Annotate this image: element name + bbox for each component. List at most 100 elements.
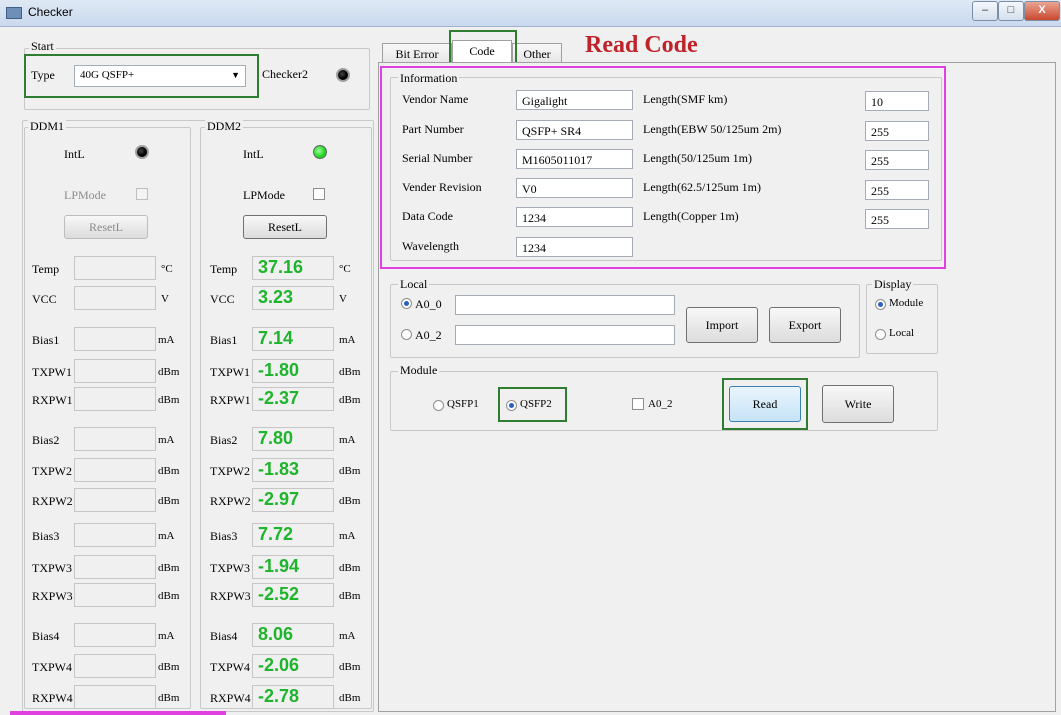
module-a0-2-checkbox[interactable] xyxy=(632,398,644,410)
ddm2-bias4-label: Bias4 xyxy=(210,629,238,643)
ddm2-bias1-unit: mA xyxy=(339,334,356,346)
app-icon xyxy=(6,7,22,19)
ddm1-bias3-value xyxy=(74,523,156,547)
ddm1-bias3-label: Bias3 xyxy=(32,529,60,543)
ddm2-txpw1-value: -1.80 xyxy=(258,360,300,380)
ddm1-rxpw1-unit: dBm xyxy=(158,394,180,406)
start-group-title: Start xyxy=(29,39,56,54)
ddm2-bias4-unit: mA xyxy=(339,630,356,642)
ddm2-rxpw1-value: -2.37 xyxy=(258,388,300,408)
highlight-read xyxy=(722,378,808,430)
ddm2-bias1-label: Bias1 xyxy=(210,333,238,347)
ddm2-temp-label: Temp xyxy=(210,262,238,276)
qsfp1-radio[interactable] xyxy=(433,400,444,411)
checker2-label: Checker2 xyxy=(262,67,308,81)
ddm2-resetl-button[interactable]: ResetL xyxy=(243,215,327,239)
ddm1-bias2-value xyxy=(74,427,156,451)
ddm1-txpw3-label: TXPW3 xyxy=(32,561,72,575)
display-module-label: Module xyxy=(889,297,924,309)
export-button[interactable]: Export xyxy=(769,307,841,343)
display-local-radio[interactable] xyxy=(875,329,886,340)
ddm1-bias2-unit: mA xyxy=(158,434,175,446)
highlight-qsfp2 xyxy=(498,387,567,422)
ddm2-txpw4-value: -2.06 xyxy=(258,655,300,675)
ddm1-bias4-unit: mA xyxy=(158,630,175,642)
annotation-heading: Read Code xyxy=(585,32,698,58)
ddm1-rxpw2-value xyxy=(74,488,156,512)
ddm1-txpw2-label: TXPW2 xyxy=(32,464,72,478)
a0-2-radio[interactable] xyxy=(401,329,412,340)
ddm2-txpw3-unit: dBm xyxy=(339,562,361,574)
ddm1-vcc-unit: V xyxy=(161,293,169,305)
ddm1-temp-value xyxy=(74,256,156,280)
ddm1-rxpw1-label: RXPW1 xyxy=(32,393,73,407)
ddm1-rxpw4-label: RXPW4 xyxy=(32,691,73,705)
ddm1-lpmode-checkbox[interactable] xyxy=(136,188,148,200)
ddm2-rxpw3-label: RXPW3 xyxy=(210,589,251,603)
ddm1-vcc-value xyxy=(74,286,156,310)
ddm1-rxpw3-unit: dBm xyxy=(158,590,180,602)
ddm2-bias1-value: 7.14 xyxy=(258,328,294,348)
a0-2-label: A0_2 xyxy=(415,328,442,342)
ddm1-bias1-unit: mA xyxy=(158,334,175,346)
a0-0-label: A0_0 xyxy=(415,297,442,311)
ddm1-rxpw2-label: RXPW2 xyxy=(32,494,73,508)
ddm2-lpmode-checkbox[interactable] xyxy=(313,188,325,200)
display-group-title: Display xyxy=(872,277,914,292)
ddm1-txpw4-value xyxy=(74,654,156,678)
ddm2-temp-unit: °C xyxy=(339,263,351,275)
display-group xyxy=(866,284,938,354)
tab-bit-error[interactable]: Bit Error xyxy=(382,43,452,63)
ddm1-bias4-value xyxy=(74,623,156,647)
ddm1-intl-indicator xyxy=(135,145,149,159)
ddm2-bias3-unit: mA xyxy=(339,530,356,542)
qsfp1-label: QSFP1 xyxy=(447,398,479,410)
ddm2-bias3-value: 7.72 xyxy=(258,524,294,544)
a0-0-path-field[interactable] xyxy=(455,295,675,315)
maximize-button[interactable]: □ xyxy=(998,1,1024,21)
ddm1-rxpw4-unit: dBm xyxy=(158,692,180,704)
ddm2-vcc-value: 3.23 xyxy=(258,287,294,307)
ddm1-txpw4-unit: dBm xyxy=(158,661,180,673)
ddm1-bias1-value xyxy=(74,327,156,351)
ddm2-intl-indicator xyxy=(313,145,327,159)
display-local-label: Local xyxy=(889,327,915,339)
ddm1-txpw2-value xyxy=(74,458,156,482)
import-button[interactable]: Import xyxy=(686,307,758,343)
ddm1-txpw1-value xyxy=(74,359,156,383)
minimize-button[interactable]: – xyxy=(972,1,998,21)
ddm2-lpmode-label: LPMode xyxy=(243,188,285,202)
ddm2-bias2-value: 7.80 xyxy=(258,428,294,448)
ddm1-bias1-label: Bias1 xyxy=(32,333,60,347)
window-title: Checker xyxy=(28,5,73,19)
ddm1-bias3-unit: mA xyxy=(158,530,175,542)
ddm2-rxpw4-label: RXPW4 xyxy=(210,691,251,705)
ddm1-group-title: DDM1 xyxy=(28,119,67,134)
ddm1-intl-label: IntL xyxy=(64,147,85,161)
ddm2-txpw1-unit: dBm xyxy=(339,366,361,378)
module-a0-2-label: A0_2 xyxy=(648,398,673,410)
ddm1-bias2-label: Bias2 xyxy=(32,433,60,447)
display-module-radio[interactable] xyxy=(875,299,886,310)
a0-0-radio[interactable] xyxy=(401,298,412,309)
ddm2-rxpw4-unit: dBm xyxy=(339,692,361,704)
ddm1-txpw3-unit: dBm xyxy=(158,562,180,574)
a0-2-path-field[interactable] xyxy=(455,325,675,345)
ddm1-resetl-button[interactable]: ResetL xyxy=(64,215,148,239)
ddm2-txpw2-unit: dBm xyxy=(339,465,361,477)
ddm1-rxpw2-unit: dBm xyxy=(158,495,180,507)
highlight-fragment xyxy=(10,711,226,715)
ddm1-rxpw1-value xyxy=(74,387,156,411)
ddm1-bias4-label: Bias4 xyxy=(32,629,60,643)
ddm1-rxpw3-label: RXPW3 xyxy=(32,589,73,603)
ddm1-txpw1-unit: dBm xyxy=(158,366,180,378)
ddm2-rxpw2-unit: dBm xyxy=(339,495,361,507)
ddm2-txpw2-value: -1.83 xyxy=(258,459,300,479)
close-button[interactable]: X xyxy=(1024,1,1060,21)
ddm2-rxpw2-value: -2.97 xyxy=(258,489,300,509)
ddm2-txpw2-label: TXPW2 xyxy=(210,464,250,478)
write-button[interactable]: Write xyxy=(822,385,894,423)
tab-other[interactable]: Other xyxy=(512,43,562,63)
ddm2-txpw4-label: TXPW4 xyxy=(210,660,250,674)
ddm1-txpw1-label: TXPW1 xyxy=(32,365,72,379)
